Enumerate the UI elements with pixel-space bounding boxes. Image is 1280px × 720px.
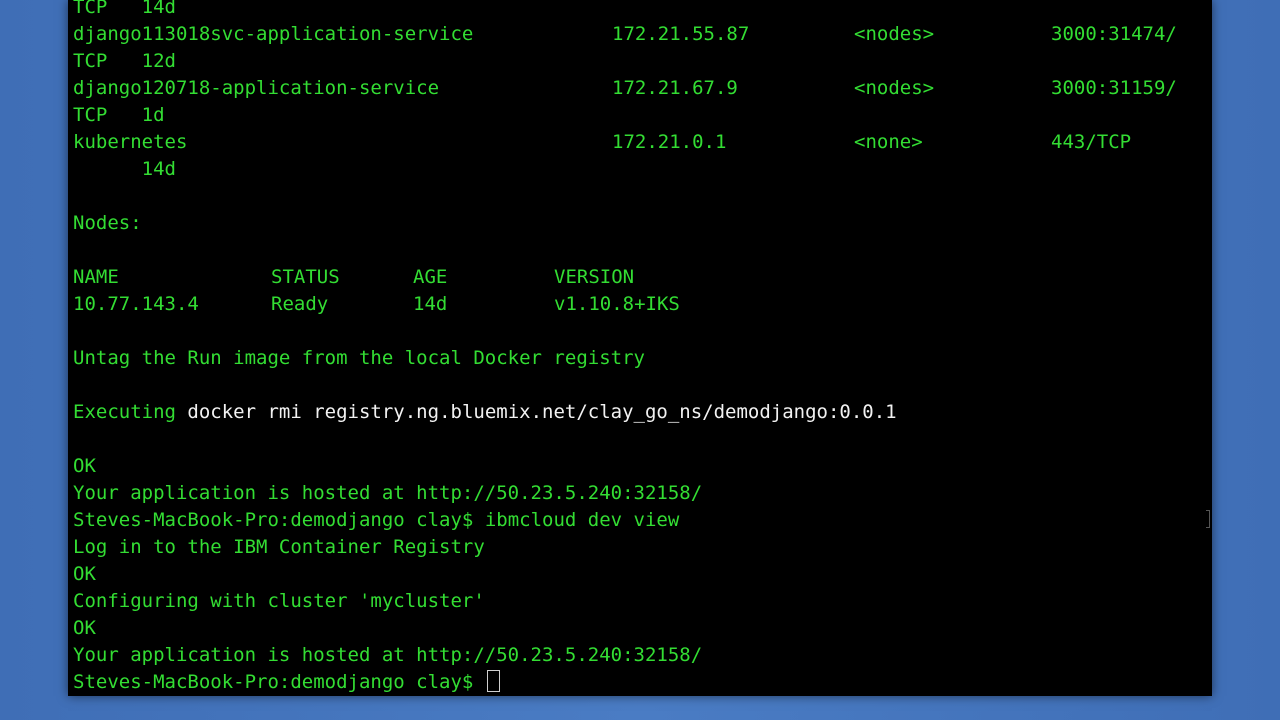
- nodes-header-age: AGE: [413, 266, 448, 288]
- service-name: django120718-application-service: [73, 77, 440, 99]
- prompt-line: Steves-MacBook-Pro:demodjango clay$ ibmc…: [73, 507, 1212, 534]
- node-age: 14d: [413, 293, 448, 315]
- node-name: 10.77.143.4: [73, 293, 199, 315]
- hosted-url-message: Your application is hosted at http://50.…: [73, 482, 703, 504]
- untag-message: Untag the Run image from the local Docke…: [73, 347, 645, 369]
- service-tail: 14d: [73, 158, 176, 180]
- nodes-header-status: STATUS: [271, 266, 340, 288]
- active-prompt-line[interactable]: Steves-MacBook-Pro:demodjango clay$: [73, 669, 1212, 696]
- service-row: kubernetes 172.21.0.1 <none> 443/TCP: [73, 129, 1212, 156]
- config-message: Configuring with cluster 'mycluster': [73, 590, 485, 612]
- scroll-marker: [1206, 510, 1210, 528]
- service-cluster-ip: 172.21.0.1: [612, 131, 727, 153]
- nodes-header-version: VERSION: [554, 266, 635, 288]
- nodes-heading: Nodes:: [73, 212, 142, 234]
- ok-status: OK: [73, 617, 96, 639]
- hosted-url-message: Your application is hosted at http://50.…: [73, 644, 703, 666]
- terminal-output: TCP 14d django113018svc-application-serv…: [73, 0, 1212, 696]
- service-ports: 3000:31474/: [1051, 23, 1177, 45]
- ok-status: OK: [73, 563, 96, 585]
- executing-line: Executing docker rmi registry.ng.bluemix…: [73, 399, 1212, 426]
- executing-label: Executing: [73, 401, 176, 423]
- nodes-header-name: NAME: [73, 266, 119, 288]
- service-ports: 443/TCP: [1051, 131, 1132, 153]
- service-row-tail: TCP 14d: [73, 0, 1212, 21]
- service-row: django113018svc-application-service 172.…: [73, 21, 1212, 48]
- service-row-tail: TCP 12d: [73, 48, 1212, 75]
- service-cluster-ip: 172.21.55.87: [612, 23, 750, 45]
- nodes-table-row: 10.77.143.4 Ready 14d v1.10.8+IKS: [73, 291, 1212, 318]
- executing-command: docker rmi registry.ng.bluemix.net/clay_…: [187, 401, 897, 423]
- shell-prompt: Steves-MacBook-Pro:demodjango clay$: [73, 671, 474, 693]
- nodes-table-header: NAME STATUS AGE VERSION: [73, 264, 1212, 291]
- service-row-tail: 14d: [73, 156, 1212, 183]
- service-row: django120718-application-service 172.21.…: [73, 75, 1212, 102]
- node-status: Ready: [271, 293, 329, 315]
- service-tail: TCP 12d: [73, 50, 176, 72]
- ok-status: OK: [73, 455, 96, 477]
- service-tail: TCP 1d: [73, 104, 165, 126]
- service-row-tail: TCP 1d: [73, 102, 1212, 129]
- login-message: Log in to the IBM Container Registry: [73, 536, 485, 558]
- terminal-window[interactable]: TCP 14d django113018svc-application-serv…: [68, 0, 1212, 696]
- shell-prompt: Steves-MacBook-Pro:demodjango clay$: [73, 509, 474, 531]
- service-external-ip: <none>: [854, 131, 923, 153]
- service-external-ip: <nodes>: [854, 23, 935, 45]
- entered-command: ibmcloud dev view: [484, 509, 680, 531]
- text-cursor[interactable]: [486, 670, 500, 692]
- service-name: kubernetes: [73, 131, 188, 153]
- service-cluster-ip: 172.21.67.9: [612, 77, 738, 99]
- service-name: django113018svc-application-service: [73, 23, 474, 45]
- service-tail: TCP 14d: [73, 0, 176, 18]
- service-external-ip: <nodes>: [854, 77, 935, 99]
- node-version: v1.10.8+IKS: [554, 293, 680, 315]
- service-ports: 3000:31159/: [1051, 77, 1177, 99]
